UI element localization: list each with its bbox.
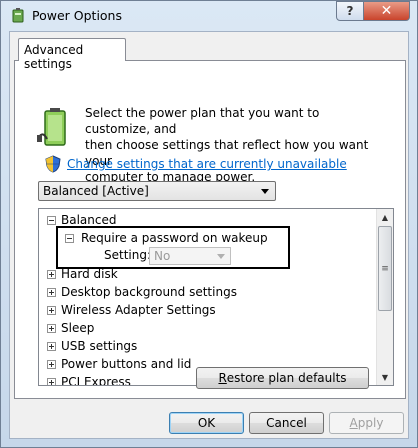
- scroll-up-arrow-icon[interactable]: ▲: [377, 209, 393, 225]
- dialog-client-area: Advanced settings Select the power plan …: [9, 31, 409, 439]
- expand-icon[interactable]: [47, 378, 56, 385]
- cancel-button[interactable]: Cancel: [249, 412, 324, 434]
- expand-icon[interactable]: [47, 324, 56, 333]
- uac-shield-icon: [45, 155, 61, 173]
- window-title: Power Options: [32, 8, 122, 23]
- help-button[interactable]: ?: [336, 1, 364, 21]
- plan-description: Select the power plan that you want to c…: [85, 105, 385, 185]
- setting-value: No: [154, 249, 171, 263]
- tree-item-label: PCI Express: [61, 375, 131, 386]
- settings-tree[interactable]: Balanced Require a password on wakeup Se…: [38, 208, 394, 386]
- power-plan-value: Balanced [Active]: [43, 184, 149, 198]
- tree-item-label: USB settings: [61, 339, 138, 353]
- scroll-down-arrow-icon[interactable]: ▼: [377, 369, 393, 385]
- expand-icon[interactable]: [47, 360, 56, 369]
- restore-label-rest: estore plan defaults: [226, 371, 347, 385]
- restore-plan-defaults-button[interactable]: Restore plan defaults: [196, 367, 369, 389]
- setting-value-dropdown[interactable]: No: [149, 247, 231, 265]
- close-button[interactable]: ✕: [363, 1, 410, 21]
- ok-button[interactable]: OK: [169, 412, 244, 434]
- scroll-thumb[interactable]: ≡: [378, 226, 392, 311]
- tree-scrollbar[interactable]: ▲ ≡ ▼: [376, 209, 393, 385]
- restore-mnemonic: R: [218, 371, 227, 385]
- apply-mnemonic: A: [349, 416, 358, 430]
- setting-label: Setting:: [104, 248, 152, 262]
- tree-item-label: Wireless Adapter Settings: [61, 303, 216, 317]
- expand-icon[interactable]: [47, 306, 56, 315]
- tree-item-label: Desktop background settings: [61, 285, 237, 299]
- expand-icon[interactable]: [47, 270, 56, 279]
- power-options-window: Power Options ? ✕ Advanced settings Sele…: [0, 0, 418, 448]
- tab-panel: Select the power plan that you want to c…: [14, 60, 406, 399]
- apply-button[interactable]: Apply: [329, 412, 404, 434]
- dropdown-arrow-icon: [261, 189, 269, 194]
- expand-icon[interactable]: [47, 288, 56, 297]
- tab-advanced-settings[interactable]: Advanced settings: [18, 38, 126, 71]
- description-line: Select the power plan that you want to c…: [85, 106, 320, 136]
- tree-item-label: Sleep: [61, 321, 95, 335]
- apply-label-rest: pply: [357, 416, 384, 430]
- dropdown-arrow-icon: [217, 254, 225, 259]
- collapse-icon[interactable]: [47, 216, 56, 225]
- title-bar[interactable]: Power Options ? ✕: [1, 1, 417, 31]
- power-plan-dropdown[interactable]: Balanced [Active]: [38, 181, 276, 201]
- battery-plug-icon: [37, 108, 66, 146]
- change-unavailable-settings-link[interactable]: Change settings that are currently unava…: [67, 157, 347, 171]
- expand-icon[interactable]: [47, 342, 56, 351]
- power-options-icon: [12, 8, 24, 23]
- tree-item-label: Power buttons and lid: [61, 357, 192, 371]
